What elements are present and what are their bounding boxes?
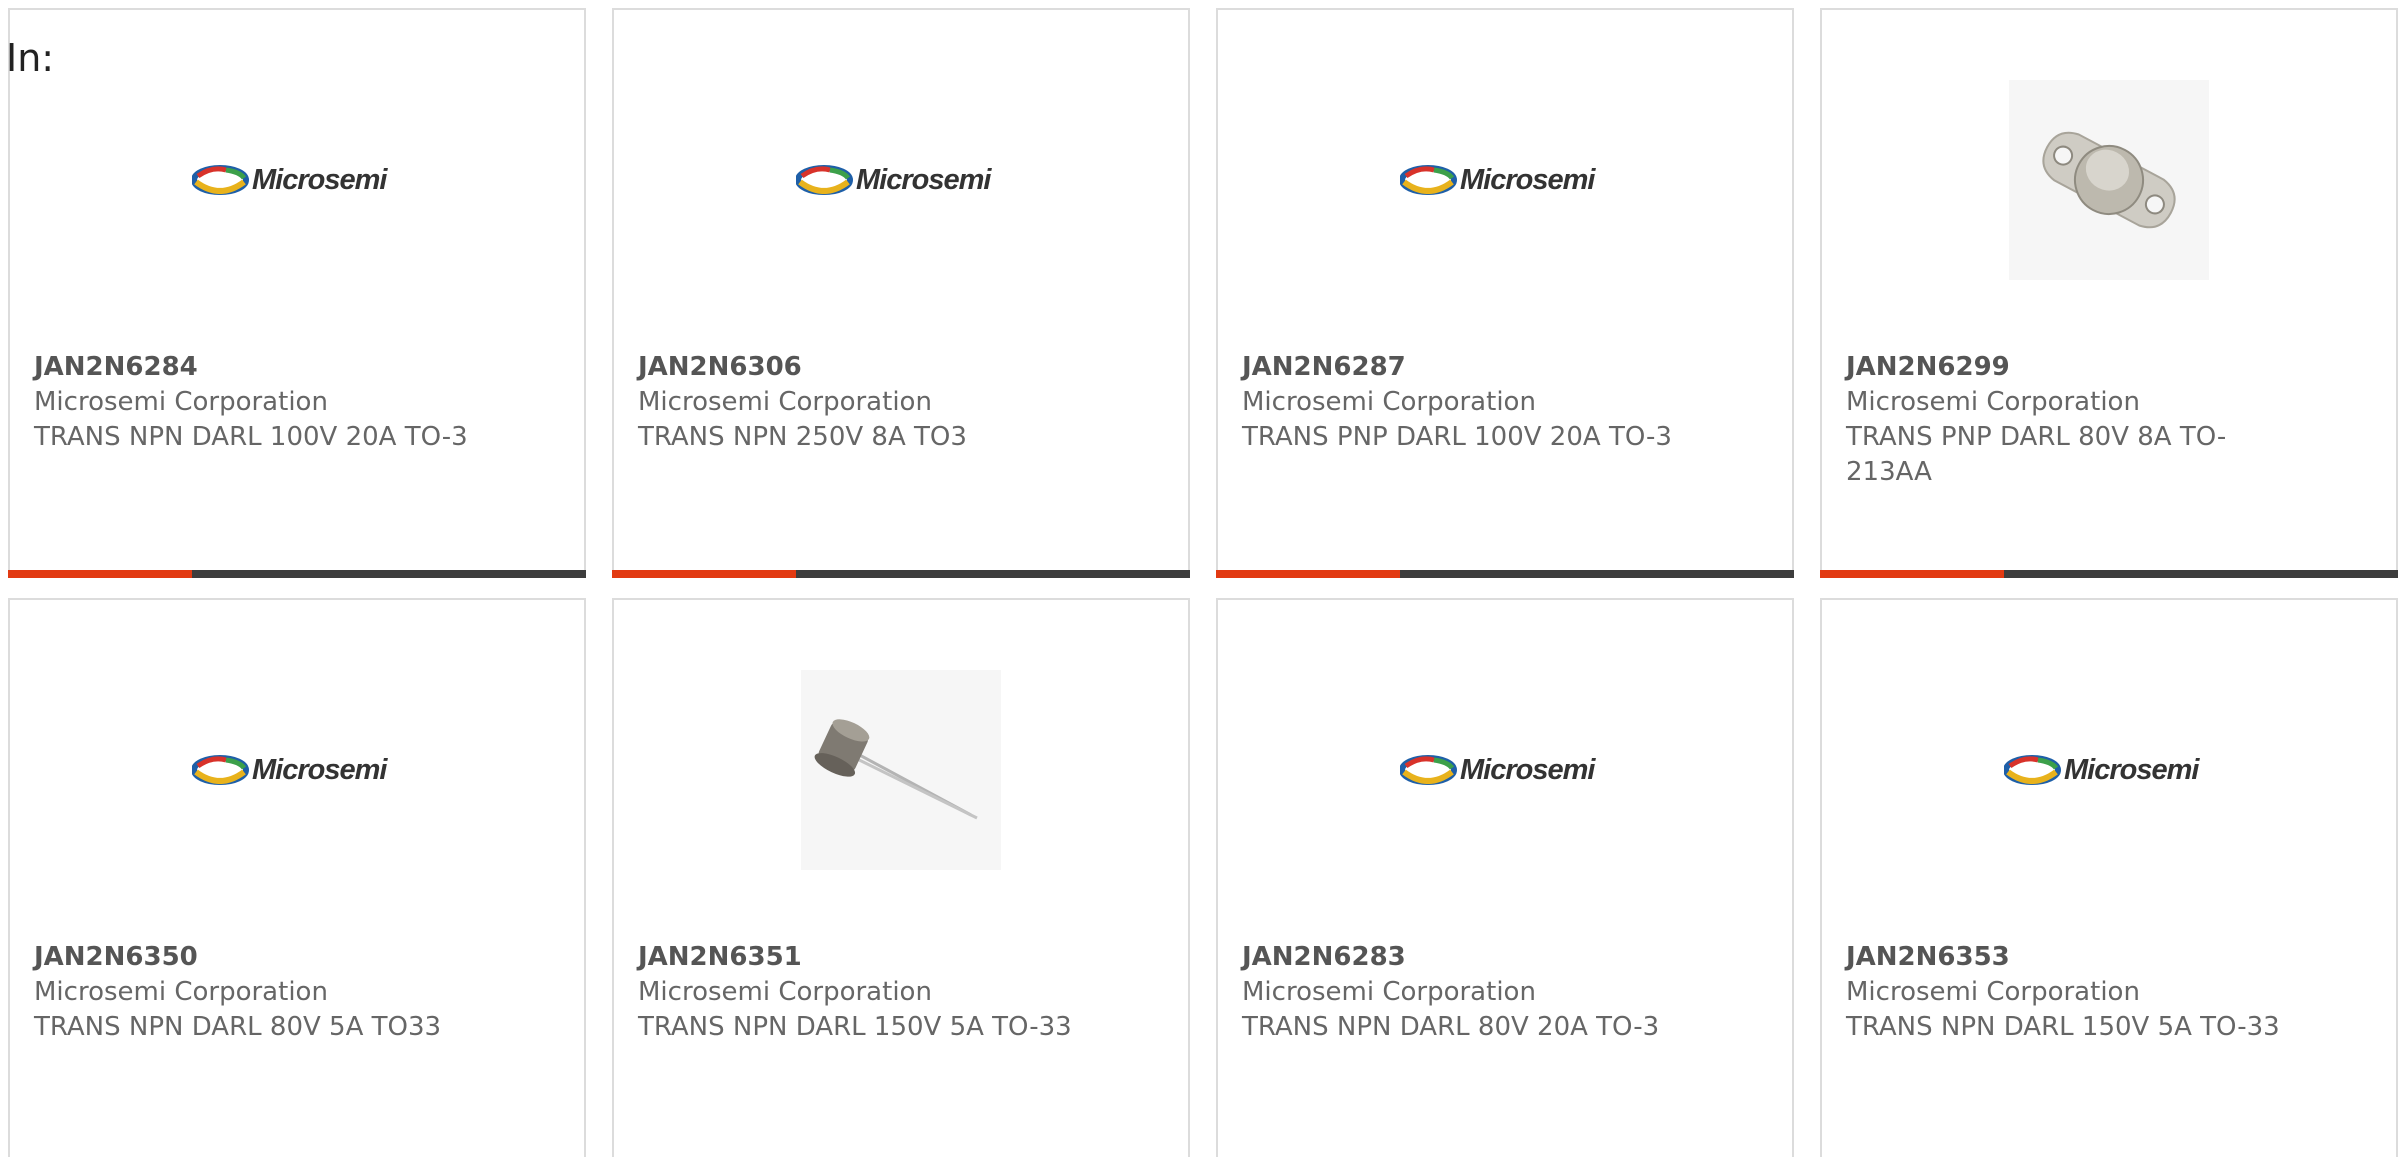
product-description: TRANS PNP DARL 80V 8A TO-213AA	[1846, 422, 2227, 487]
card-accent-bar	[8, 570, 586, 578]
filter-label: In:	[6, 36, 55, 80]
product-description: TRANS NPN DARL 100V 20A TO-3	[34, 422, 468, 452]
product-manufacturer: Microsemi Corporation	[34, 977, 328, 1007]
card-accent-bar	[1216, 570, 1794, 578]
product-part-number[interactable]: JAN2N6350	[34, 940, 560, 975]
product-part-number[interactable]: JAN2N6299	[1846, 350, 2372, 385]
card-accent-bar	[612, 570, 1190, 578]
product-grid-page: In: Microsemi JAN2N6284 Microsemi Corpor…	[0, 0, 2400, 1157]
product-image: Microsemi	[10, 670, 584, 870]
product-manufacturer: Microsemi Corporation	[1846, 977, 2140, 1007]
product-part-number[interactable]: JAN2N6283	[1242, 940, 1768, 975]
product-manufacturer: Microsemi Corporation	[1242, 977, 1536, 1007]
product-manufacturer: Microsemi Corporation	[1846, 387, 2140, 417]
product-image	[1822, 80, 2396, 280]
microsemi-logo-icon: Microsemi	[1400, 164, 1597, 196]
svg-text:Microsemi: Microsemi	[1460, 164, 1596, 196]
product-image: Microsemi	[1218, 80, 1792, 280]
product-image: Microsemi	[10, 80, 584, 280]
product-description: TRANS NPN DARL 150V 5A TO-33	[1846, 1012, 2280, 1042]
product-card[interactable]: Microsemi JAN2N6287 Microsemi Corporatio…	[1216, 8, 1794, 578]
microsemi-logo-icon: Microsemi	[796, 164, 993, 196]
product-grid: Microsemi JAN2N6284 Microsemi Corporatio…	[8, 8, 2398, 1157]
product-card[interactable]: JAN2N6351 Microsemi Corporation TRANS NP…	[612, 598, 1190, 1157]
microsemi-logo-icon: Microsemi	[2004, 754, 2201, 786]
svg-text:Microsemi: Microsemi	[856, 164, 992, 196]
product-card[interactable]: Microsemi JAN2N6353 Microsemi Corporatio…	[1820, 598, 2398, 1157]
product-card[interactable]: JAN2N6299 Microsemi Corporation TRANS PN…	[1820, 8, 2398, 578]
product-manufacturer: Microsemi Corporation	[1242, 387, 1536, 417]
product-description: TRANS NPN DARL 150V 5A TO-33	[638, 1012, 1072, 1042]
to39-transistor-photo-icon	[801, 670, 1001, 870]
product-description: TRANS PNP DARL 100V 20A TO-3	[1242, 422, 1672, 452]
product-card[interactable]: Microsemi JAN2N6283 Microsemi Corporatio…	[1216, 598, 1794, 1157]
svg-text:Microsemi: Microsemi	[252, 754, 388, 786]
product-part-number[interactable]: JAN2N6287	[1242, 350, 1768, 385]
product-card[interactable]: Microsemi JAN2N6350 Microsemi Corporatio…	[8, 598, 586, 1157]
product-image: Microsemi	[1822, 670, 2396, 870]
microsemi-logo-icon: Microsemi	[1400, 754, 1597, 786]
svg-text:Microsemi: Microsemi	[2064, 754, 2200, 786]
microsemi-logo-icon: Microsemi	[192, 164, 389, 196]
product-part-number[interactable]: JAN2N6284	[34, 350, 560, 385]
product-part-number[interactable]: JAN2N6353	[1846, 940, 2372, 975]
product-manufacturer: Microsemi Corporation	[638, 977, 932, 1007]
product-description: TRANS NPN DARL 80V 20A TO-3	[1242, 1012, 1660, 1042]
product-manufacturer: Microsemi Corporation	[34, 387, 328, 417]
product-image	[614, 670, 1188, 870]
product-part-number[interactable]: JAN2N6306	[638, 350, 1164, 385]
card-accent-bar	[1820, 570, 2398, 578]
svg-text:Microsemi: Microsemi	[252, 164, 388, 196]
product-description: TRANS NPN 250V 8A TO3	[638, 422, 967, 452]
microsemi-logo-icon: Microsemi	[192, 754, 389, 786]
svg-text:Microsemi: Microsemi	[1460, 754, 1596, 786]
product-image: Microsemi	[614, 80, 1188, 280]
product-image: Microsemi	[1218, 670, 1792, 870]
product-part-number[interactable]: JAN2N6351	[638, 940, 1164, 975]
product-card[interactable]: Microsemi JAN2N6284 Microsemi Corporatio…	[8, 8, 586, 578]
product-card[interactable]: Microsemi JAN2N6306 Microsemi Corporatio…	[612, 8, 1190, 578]
product-manufacturer: Microsemi Corporation	[638, 387, 932, 417]
to3-transistor-photo-icon	[2009, 80, 2209, 280]
product-description: TRANS NPN DARL 80V 5A TO33	[34, 1012, 442, 1042]
